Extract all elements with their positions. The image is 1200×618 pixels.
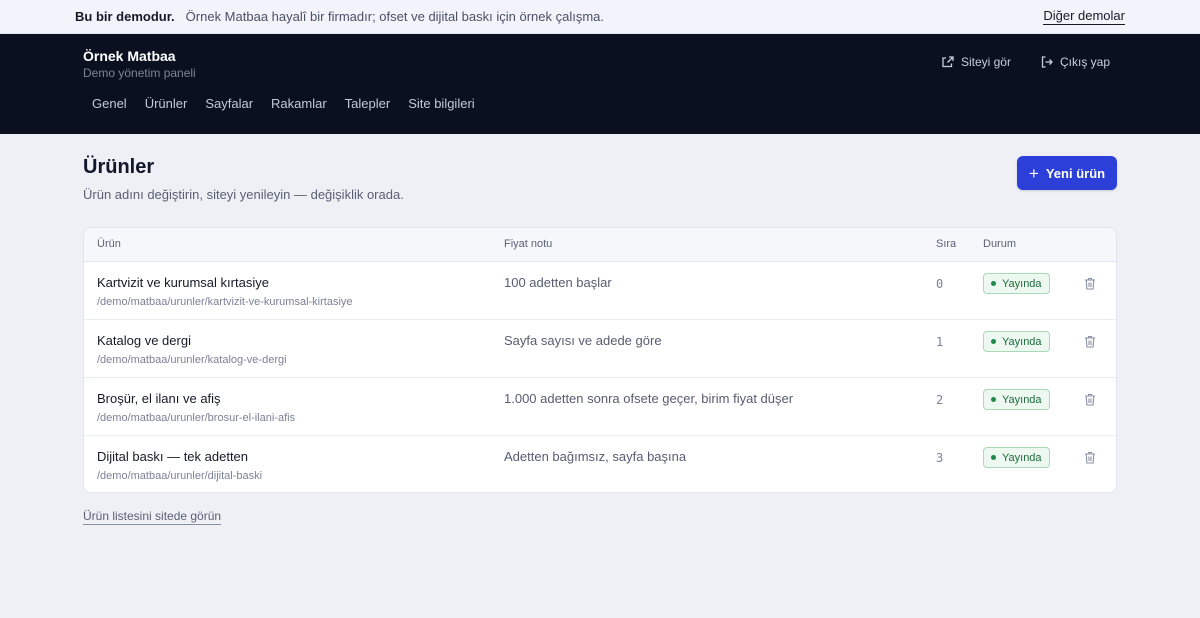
view-product-list-link[interactable]: Ürün listesini sitede görün <box>83 509 222 525</box>
view-site-button[interactable]: Siteyi gör <box>942 55 1011 69</box>
status-dot-icon <box>991 455 996 460</box>
column-product: Ürün <box>97 238 121 250</box>
status-label: Yayında <box>1002 393 1042 406</box>
product-name[interactable]: Broşür, el ilanı ve afiş <box>97 391 221 406</box>
logout-icon <box>1041 56 1053 68</box>
nav-item-site-info[interactable]: Site bilgileri <box>399 96 483 111</box>
table-header: Ürün Fiyat notu Sıra Durum <box>84 228 1116 262</box>
brand-name: Örnek Matbaa <box>83 48 176 64</box>
product-price-note: Adetten bağımsız, sayfa başına <box>504 449 687 464</box>
nav-item-general[interactable]: Genel <box>83 96 136 111</box>
brand-subtitle: Demo yönetim paneli <box>83 66 196 80</box>
status-dot-icon <box>991 281 996 286</box>
demo-banner-text: Örnek Matbaa hayalî bir firmadır; ofset … <box>185 9 605 24</box>
plus-icon: + <box>1028 163 1039 183</box>
product-name[interactable]: Dijital baskı — tek adetten <box>97 449 248 464</box>
product-price-note: 1.000 adetten sonra ofsete geçer, birim … <box>504 391 794 406</box>
new-product-label: Yeni ürün <box>1045 165 1106 181</box>
status-dot-icon <box>991 339 996 344</box>
view-site-label: Siteyi gör <box>960 55 1011 69</box>
product-path: /demo/matbaa/urunler/katalog-ve-dergi <box>97 354 287 366</box>
demo-banner: Bu bir demodur. Örnek Matbaa hayalî bir … <box>0 0 1200 34</box>
products-table: Ürün Fiyat notu Sıra Durum Kartvizit ve … <box>83 227 1117 493</box>
page-title: Ürünler <box>83 156 155 178</box>
status-label: Yayında <box>1002 451 1042 464</box>
trash-icon[interactable] <box>1084 277 1096 290</box>
status-badge[interactable]: Yayında <box>983 447 1050 468</box>
external-link-icon <box>942 56 954 68</box>
page-subtitle: Ürün adını değiştirin, siteyi yenileyin … <box>83 187 404 202</box>
product-path: /demo/matbaa/urunler/dijital-baski <box>97 470 263 482</box>
table-row[interactable]: Dijital baskı — tek adetten /demo/matbaa… <box>84 436 1116 492</box>
nav-item-requests[interactable]: Talepler <box>336 96 400 111</box>
nav-item-products[interactable]: Ürünler <box>136 96 197 111</box>
header-actions: Siteyi gör Çıkış yap <box>942 55 1110 69</box>
table-row[interactable]: Katalog ve dergi /demo/matbaa/urunler/ka… <box>84 320 1116 378</box>
product-order: 1 <box>936 335 944 349</box>
table-row[interactable]: Broşür, el ilanı ve afiş /demo/matbaa/ur… <box>84 378 1116 436</box>
main-nav: Genel Ürünler Sayfalar Rakamlar Talepler… <box>83 96 484 111</box>
product-order: 3 <box>936 451 944 465</box>
product-name[interactable]: Katalog ve dergi <box>97 333 191 348</box>
product-name[interactable]: Kartvizit ve kurumsal kırtasiye <box>97 275 269 290</box>
status-label: Yayında <box>1002 277 1042 290</box>
product-path: /demo/matbaa/urunler/brosur-el-ilani-afi… <box>97 412 296 424</box>
logout-button[interactable]: Çıkış yap <box>1041 55 1110 69</box>
trash-icon[interactable] <box>1084 335 1096 348</box>
trash-icon[interactable] <box>1084 393 1096 406</box>
product-price-note: 100 adetten başlar <box>504 275 612 290</box>
nav-item-figures[interactable]: Rakamlar <box>262 96 336 111</box>
status-label: Yayında <box>1002 335 1042 348</box>
logout-label: Çıkış yap <box>1059 55 1110 69</box>
new-product-button[interactable]: + Yeni ürün <box>1017 156 1117 190</box>
status-badge[interactable]: Yayında <box>983 389 1050 410</box>
product-price-note: Sayfa sayısı ve adede göre <box>504 333 662 348</box>
product-order: 0 <box>936 277 944 291</box>
status-badge[interactable]: Yayında <box>983 273 1050 294</box>
product-path: /demo/matbaa/urunler/kartvizit-ve-kurums… <box>97 296 353 308</box>
column-status: Durum <box>983 238 1017 250</box>
product-order: 2 <box>936 393 944 407</box>
column-price-note: Fiyat notu <box>504 238 553 250</box>
nav-item-pages[interactable]: Sayfalar <box>196 96 262 111</box>
table-row[interactable]: Kartvizit ve kurumsal kırtasiye /demo/ma… <box>84 262 1116 320</box>
column-order: Sıra <box>936 238 957 250</box>
trash-icon[interactable] <box>1084 451 1096 464</box>
other-demos-link[interactable]: Diğer demolar <box>1043 8 1125 25</box>
status-dot-icon <box>991 397 996 402</box>
demo-banner-title: Bu bir demodur. <box>75 9 175 24</box>
admin-header: Örnek Matbaa Demo yönetim paneli Siteyi … <box>0 34 1200 134</box>
status-badge[interactable]: Yayında <box>983 331 1050 352</box>
